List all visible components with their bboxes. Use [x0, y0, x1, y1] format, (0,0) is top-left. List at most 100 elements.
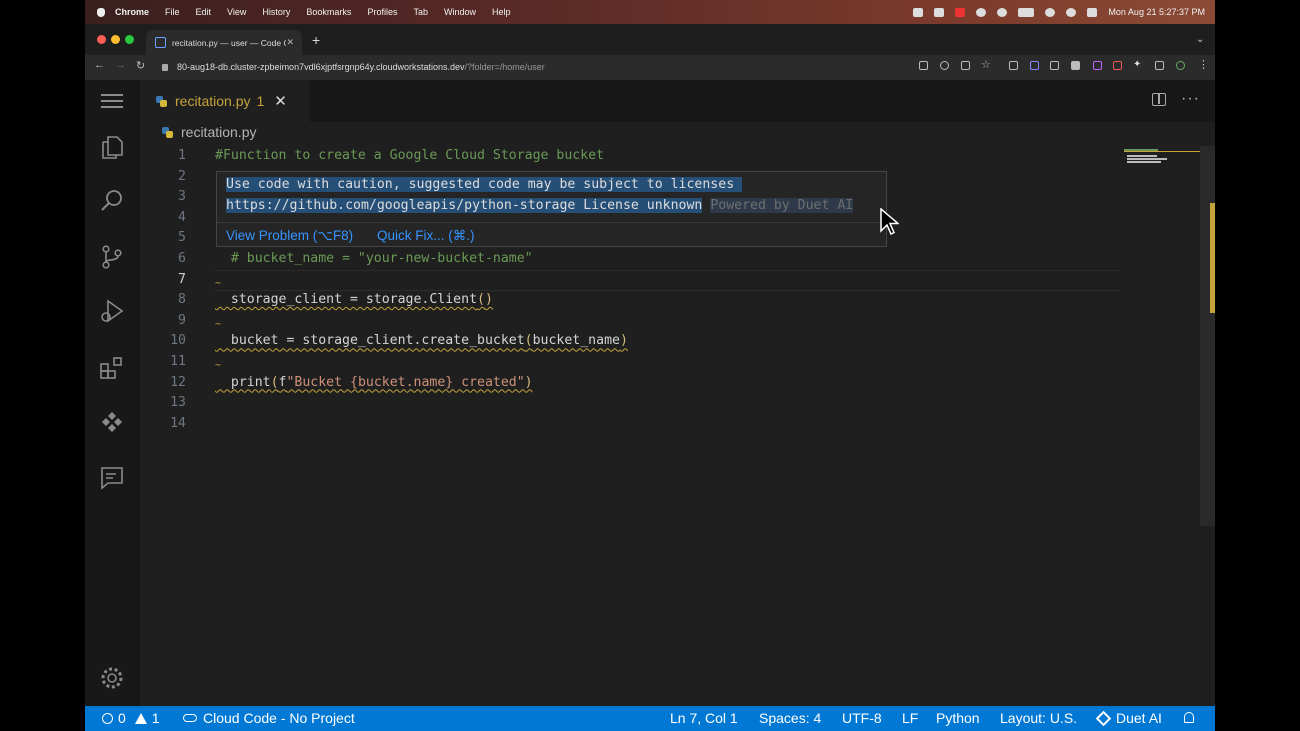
hover-license-source[interactable]: https://github.com/googleapis/python-sto…: [226, 198, 703, 213]
code-line[interactable]: 9 ~: [140, 311, 1125, 332]
code-line[interactable]: 13: [140, 393, 1125, 414]
extension-3-icon[interactable]: [1050, 61, 1059, 70]
tab-close-icon[interactable]: ✕: [286, 37, 294, 48]
search-icon[interactable]: [99, 188, 125, 214]
duet-ai-label: Duet AI: [1116, 710, 1162, 726]
menu-chrome[interactable]: Chrome: [115, 7, 149, 17]
extension-1-icon[interactable]: [1009, 61, 1018, 70]
license-hover-widget[interactable]: Use code with caution, suggested code ma…: [216, 171, 887, 247]
back-arrow-icon[interactable]: ←: [94, 59, 105, 71]
settings-gear-icon[interactable]: [99, 665, 125, 691]
wifi-icon[interactable]: [1045, 7, 1056, 17]
line-number: 9: [178, 312, 186, 328]
code-line[interactable]: 1 #Function to create a Google Cloud Stor…: [140, 146, 1125, 167]
menu-window[interactable]: Window: [444, 7, 476, 17]
control-center-icon[interactable]: [1087, 7, 1098, 17]
menu-view[interactable]: View: [227, 7, 246, 17]
breadcrumb[interactable]: recitation.py: [162, 124, 256, 140]
extension-6-icon[interactable]: [1113, 61, 1122, 70]
menu-file[interactable]: File: [165, 7, 180, 17]
language-mode[interactable]: Python: [936, 710, 980, 726]
window-minimize-button[interactable]: [111, 35, 120, 44]
tray-google-icon[interactable]: [976, 7, 987, 17]
code-line[interactable]: 7 ~: [140, 270, 1125, 291]
editor-tab-close-icon[interactable]: ✕: [274, 92, 287, 110]
share-icon[interactable]: [961, 61, 970, 70]
line-number: 7: [178, 271, 186, 287]
code-text[interactable]: bucket = storage_client.create_bucket(bu…: [215, 331, 628, 352]
menubar-clock[interactable]: Mon Aug 21 5:27:37 PM: [1108, 7, 1205, 17]
code-line[interactable]: 10 bucket = storage_client.create_bucket…: [140, 331, 1125, 352]
hamburger-menu-icon[interactable]: [101, 94, 123, 108]
cursor-position[interactable]: Ln 7, Col 1: [670, 710, 738, 726]
line-number: 13: [170, 395, 186, 411]
cloud-code-icon[interactable]: [99, 410, 125, 436]
notifications-bell-icon[interactable]: [1184, 712, 1194, 723]
line-number: 10: [170, 333, 186, 349]
menu-history[interactable]: History: [262, 7, 290, 17]
quick-fix-link[interactable]: Quick Fix... (⌘.): [377, 228, 475, 244]
extension-5-icon[interactable]: [1093, 61, 1102, 70]
extensions-icon[interactable]: [99, 355, 125, 381]
duet-ai-chat-icon[interactable]: [99, 464, 125, 490]
address-bar[interactable]: 80-aug18-db.cluster-zpbeimon7vdl6xjptfsr…: [162, 58, 902, 76]
new-tab-button[interactable]: +: [312, 32, 320, 48]
menu-tab[interactable]: Tab: [413, 7, 428, 17]
hover-license-warning[interactable]: Use code with caution, suggested code ma…: [226, 177, 735, 192]
tray-app-icon[interactable]: [913, 7, 924, 17]
menu-profiles[interactable]: Profiles: [367, 7, 397, 17]
bookmark-star-icon[interactable]: ☆: [981, 58, 991, 71]
battery-icon[interactable]: [1018, 7, 1035, 17]
url-path: /?folder=/home/user: [464, 62, 545, 72]
menu-help[interactable]: Help: [492, 7, 511, 17]
more-actions-icon[interactable]: ···: [1181, 90, 1200, 108]
code-text[interactable]: print(f"Bucket {bucket.name} created"): [215, 373, 533, 394]
run-debug-icon[interactable]: [99, 298, 125, 324]
forward-arrow-icon[interactable]: →: [115, 59, 126, 71]
code-text[interactable]: storage_client = storage.Client(): [215, 290, 493, 311]
code-line[interactable]: 8 storage_client = storage.Client(): [140, 290, 1125, 311]
keyboard-layout[interactable]: Layout: U.S.: [1000, 710, 1077, 726]
split-editor-icon[interactable]: [1152, 93, 1166, 106]
source-control-icon[interactable]: [99, 244, 125, 270]
tray-screen-icon[interactable]: [934, 7, 945, 17]
view-problem-link[interactable]: View Problem (⌥F8): [226, 228, 353, 244]
code-line[interactable]: 12 print(f"Bucket {bucket.name} created"…: [140, 373, 1125, 394]
tray-drive-icon[interactable]: [997, 7, 1008, 17]
side-panel-icon[interactable]: [1155, 61, 1164, 70]
browser-tab-active[interactable]: recitation.py — user — Code O ✕: [146, 30, 302, 55]
install-app-icon[interactable]: [919, 61, 928, 70]
editor-tab-filename: recitation.py: [175, 93, 251, 109]
code-text[interactable]: #Function to create a Google Cloud Stora…: [215, 146, 604, 167]
explorer-files-icon[interactable]: [99, 134, 125, 160]
zoom-icon[interactable]: [940, 61, 949, 70]
cloud-code-status[interactable]: Cloud Code - No Project: [183, 710, 355, 726]
problems-indicator[interactable]: 0 1: [102, 710, 160, 726]
window-close-button[interactable]: [97, 35, 106, 44]
spotlight-icon[interactable]: [1066, 7, 1077, 17]
window-zoom-button[interactable]: [125, 35, 134, 44]
tab-search-chevron-icon[interactable]: ⌄: [1196, 34, 1204, 45]
code-text[interactable]: # bucket_name = "your-new-bucket-name": [215, 249, 533, 270]
lock-icon[interactable]: [162, 63, 168, 71]
code-line[interactable]: 6 # bucket_name = "your-new-bucket-name": [140, 249, 1125, 270]
extension-4-icon[interactable]: [1071, 61, 1080, 70]
menu-bookmarks[interactable]: Bookmarks: [306, 7, 351, 17]
profile-avatar[interactable]: [1176, 61, 1185, 70]
editor-tab-recitation-py[interactable]: recitation.py 1 ✕: [140, 80, 310, 122]
extensions-puzzle-icon[interactable]: ✦: [1133, 59, 1141, 70]
reload-icon[interactable]: ↻: [136, 59, 145, 72]
duet-ai-status[interactable]: Duet AI: [1095, 710, 1162, 726]
extension-2-icon[interactable]: [1030, 61, 1039, 70]
apple-icon[interactable]: [97, 7, 105, 17]
browser-menu-icon[interactable]: ⋮: [1198, 58, 1209, 71]
end-of-line[interactable]: LF: [902, 710, 918, 726]
indentation[interactable]: Spaces: 4: [759, 710, 821, 726]
duet-ai-icon: [1095, 710, 1112, 726]
python-file-icon: [162, 126, 173, 138]
code-line[interactable]: 11 ~: [140, 352, 1125, 373]
menu-edit[interactable]: Edit: [196, 7, 212, 17]
tray-record-icon[interactable]: [955, 7, 966, 17]
file-encoding[interactable]: UTF-8: [842, 710, 882, 726]
code-line[interactable]: 14: [140, 414, 1125, 435]
